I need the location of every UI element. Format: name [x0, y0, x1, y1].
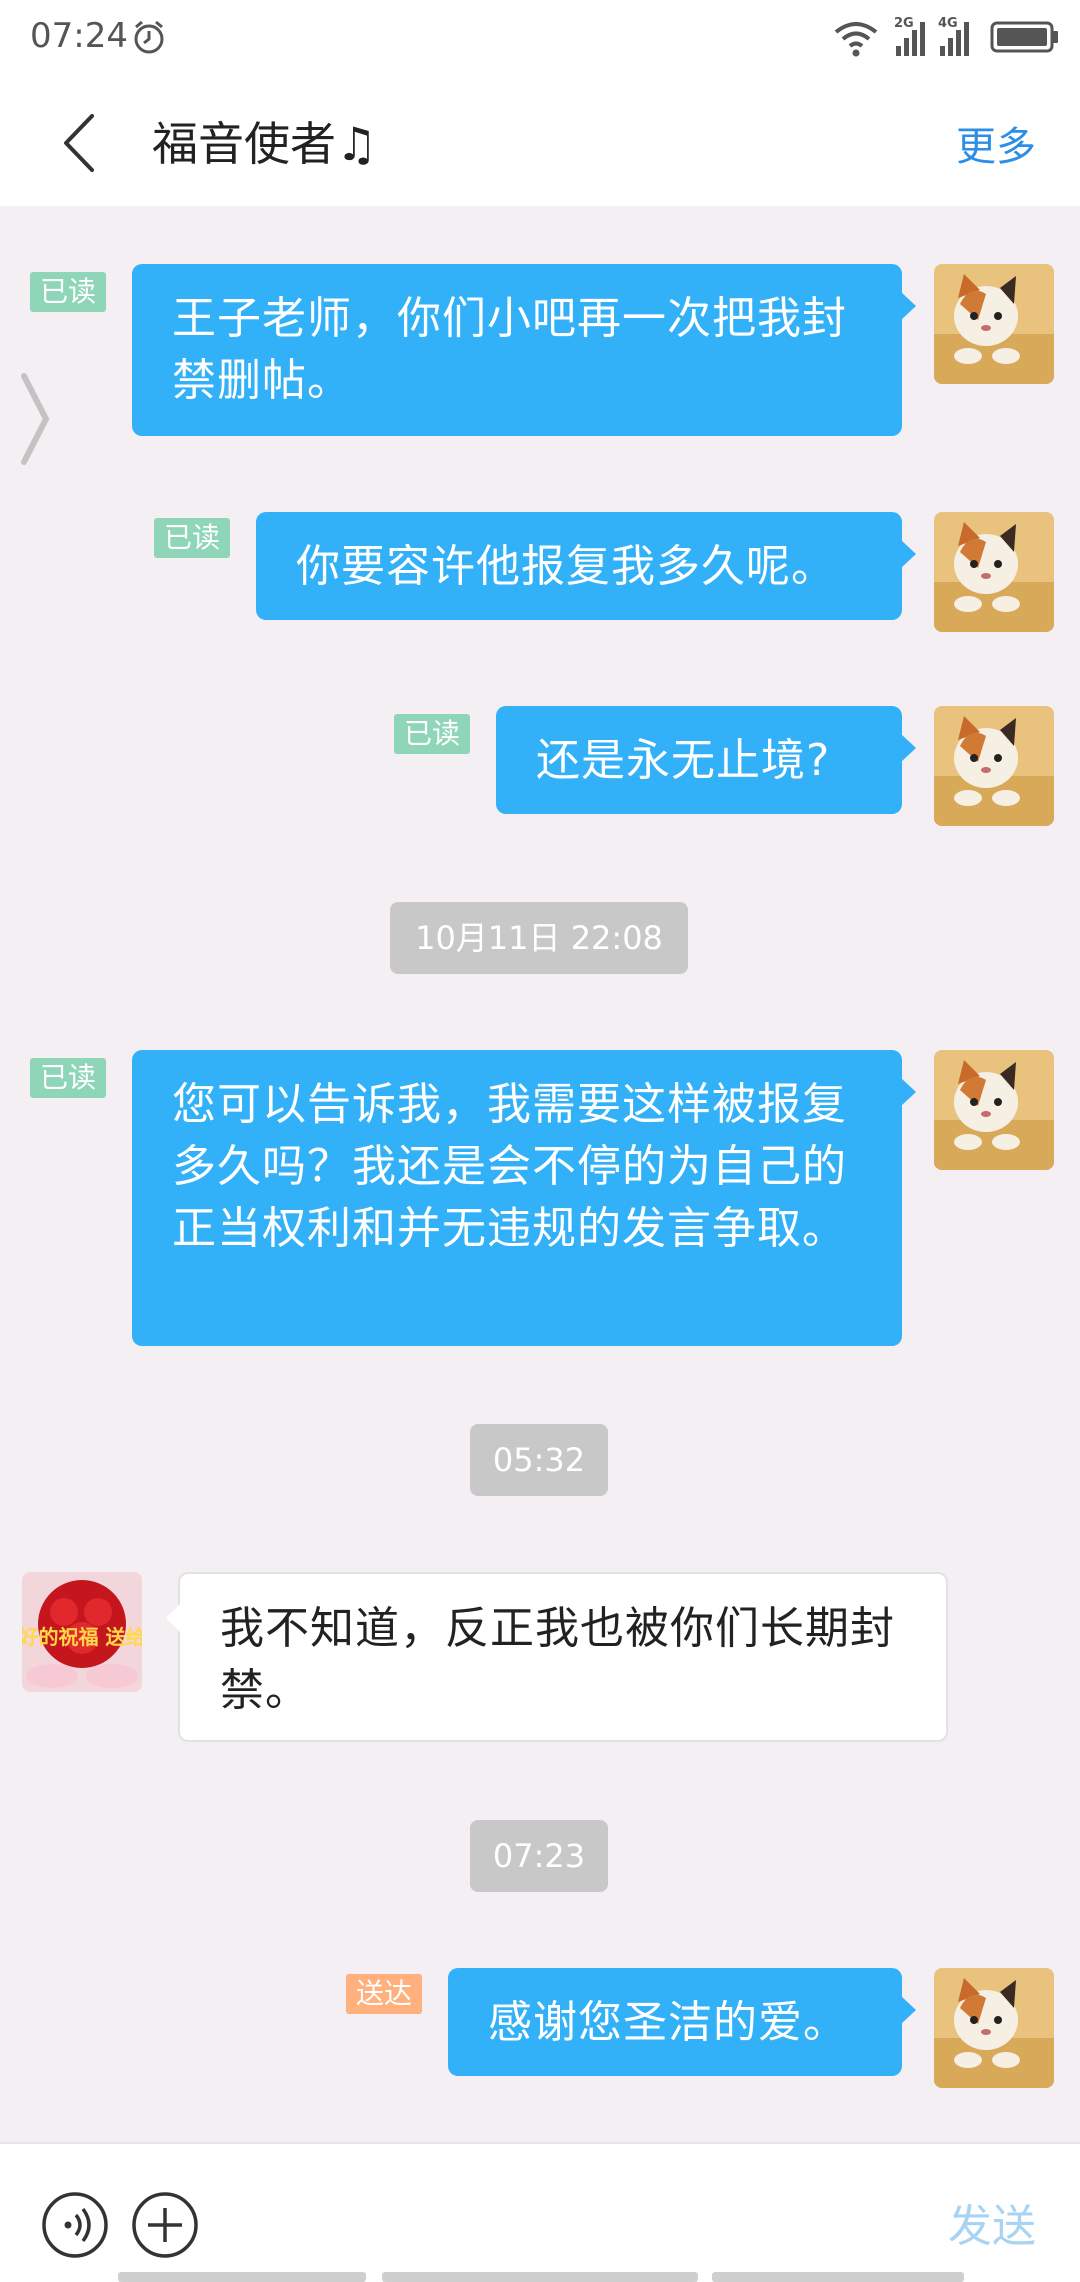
keyboard-hint-bar	[118, 2272, 366, 2282]
message-bubble-outgoing[interactable]: 你要容许他报复我多久呢。	[256, 512, 916, 620]
chat-title: 福音使者♫	[152, 117, 378, 171]
cat-avatar-image	[934, 706, 1054, 826]
my-avatar[interactable]	[934, 512, 1054, 632]
rose-avatar-image: 美好的祝福 送给你	[22, 1572, 142, 1692]
send-button[interactable]: 发送	[948, 2190, 1036, 2254]
message-timestamp: 07:23	[470, 1820, 608, 1892]
read-status-badge: 已读	[154, 518, 231, 558]
cat-avatar-image	[934, 1968, 1054, 2088]
message-timestamp: 05:32	[470, 1424, 608, 1496]
message-bubble-outgoing[interactable]: 王子老师，你们小吧再一次把我封禁删帖。	[132, 264, 916, 436]
chevron-right-icon[interactable]	[18, 372, 52, 466]
back-button[interactable]	[52, 108, 112, 178]
contact-avatar[interactable]: 美好的祝福 送给你	[22, 1572, 142, 1692]
message-bubble-outgoing[interactable]: 您可以告诉我，我需要这样被报复多久吗？我还是会不停的为自己的正当权利和并无违规的…	[132, 1050, 916, 1346]
cat-avatar-image	[934, 1050, 1054, 1170]
cat-avatar-image	[934, 512, 1054, 632]
battery-icon	[990, 21, 1058, 53]
plus-icon[interactable]	[130, 2190, 200, 2260]
read-status-badge: 已读	[394, 714, 471, 754]
message-bubble-outgoing[interactable]: 还是永无止境?	[496, 706, 916, 814]
wifi-icon	[834, 22, 878, 57]
my-avatar[interactable]	[934, 706, 1054, 826]
signal-4g-icon	[940, 22, 969, 56]
alarm-icon	[134, 20, 164, 54]
read-status-badge: 已读	[30, 272, 107, 312]
chat-header: 福音使者♫ 更多	[0, 78, 1080, 206]
my-avatar[interactable]	[934, 1050, 1054, 1170]
status-time: 07:24	[30, 16, 128, 56]
message-bubble-outgoing[interactable]: 感谢您圣洁的爱。	[448, 1968, 916, 2076]
my-avatar[interactable]	[934, 264, 1054, 384]
more-button[interactable]: 更多	[956, 114, 1036, 172]
status-bar: 07:24 2G 4G	[0, 0, 1080, 78]
delivered-status-badge: 送达	[346, 1974, 423, 2014]
signal-2g-icon	[896, 22, 925, 56]
read-status-badge: 已读	[30, 1058, 107, 1098]
message-bubble-incoming[interactable]: 我不知道，反正我也被你们长期封禁。	[166, 1572, 948, 1742]
cat-avatar-image	[934, 264, 1054, 384]
my-avatar[interactable]	[934, 1968, 1054, 2088]
keyboard-hint-bar	[382, 2272, 698, 2282]
keyboard-hint-bar	[712, 2272, 964, 2282]
voice-input-icon[interactable]	[40, 2190, 110, 2260]
input-bar: 发送	[0, 2142, 1080, 2282]
message-timestamp: 10月11日 22:08	[390, 902, 688, 974]
avatar-greeting-text: 美好的祝福 送给你	[22, 1625, 142, 1649]
